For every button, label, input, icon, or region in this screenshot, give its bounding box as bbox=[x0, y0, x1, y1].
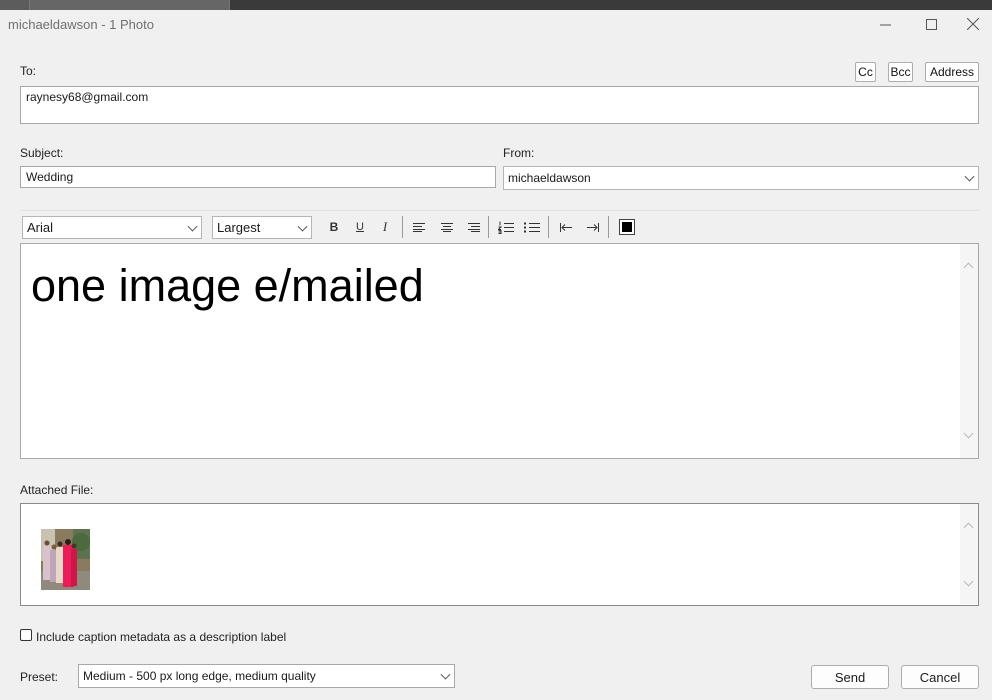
font-select[interactable]: Arial bbox=[22, 216, 202, 239]
scroll-up-arrow-icon bbox=[963, 522, 974, 533]
attached-file-label: Attached File: bbox=[20, 483, 94, 497]
toolbar-separator bbox=[488, 216, 489, 238]
preset-label: Preset: bbox=[20, 670, 59, 684]
font-value: Arial bbox=[27, 220, 54, 235]
close-icon bbox=[967, 18, 979, 30]
chevron-down-icon bbox=[440, 669, 451, 680]
toolbar-separator bbox=[608, 216, 609, 238]
message-body-text: one image e/mailed bbox=[31, 260, 424, 311]
align-center-icon bbox=[441, 223, 453, 232]
align-center-button[interactable] bbox=[437, 218, 457, 236]
attachment-panel bbox=[20, 503, 979, 606]
size-select[interactable]: Largest bbox=[212, 216, 312, 239]
to-value: raynesy68@gmail.com bbox=[26, 90, 149, 104]
caption-checkbox[interactable] bbox=[20, 629, 32, 641]
from-label: From: bbox=[503, 146, 535, 160]
maximize-button[interactable] bbox=[908, 12, 954, 36]
text-color-button[interactable] bbox=[617, 218, 637, 236]
color-swatch-icon bbox=[619, 219, 635, 235]
message-scrollbar[interactable] bbox=[960, 244, 978, 458]
chevron-down-icon bbox=[187, 221, 198, 232]
indent-button[interactable] bbox=[582, 218, 602, 236]
size-value: Largest bbox=[217, 220, 261, 235]
bold-button[interactable]: B bbox=[324, 218, 344, 236]
minimize-button[interactable] bbox=[862, 12, 908, 36]
cc-button[interactable]: Cc bbox=[855, 62, 876, 82]
align-left-button[interactable] bbox=[410, 218, 430, 236]
from-value: michaeldawson bbox=[508, 171, 591, 185]
cancel-button[interactable]: Cancel bbox=[901, 665, 979, 689]
message-body-editor[interactable]: one image e/mailed bbox=[20, 243, 979, 459]
numbered-list-icon bbox=[498, 221, 514, 234]
to-field[interactable]: raynesy68@gmail.com bbox=[20, 86, 979, 124]
close-button[interactable] bbox=[954, 12, 992, 36]
preset-select[interactable]: Medium - 500 px long edge, medium qualit… bbox=[78, 664, 455, 688]
scroll-down-arrow-icon bbox=[963, 576, 974, 587]
attachment-scrollbar[interactable] bbox=[960, 504, 978, 604]
bcc-button[interactable]: Bcc bbox=[888, 62, 913, 82]
divider bbox=[20, 210, 979, 211]
scroll-down-arrow-icon bbox=[963, 428, 974, 439]
align-right-button[interactable] bbox=[463, 218, 483, 236]
bullet-list-button[interactable] bbox=[522, 218, 542, 236]
italic-button[interactable]: I bbox=[375, 218, 395, 236]
window-title: michaeldawson - 1 Photo bbox=[8, 17, 154, 32]
bullet-list-icon bbox=[524, 222, 540, 232]
from-select[interactable]: michaeldawson bbox=[503, 166, 979, 190]
chevron-down-icon bbox=[964, 171, 975, 182]
subject-label: Subject: bbox=[20, 146, 64, 160]
align-right-icon bbox=[468, 223, 480, 232]
subject-value: Wedding bbox=[26, 170, 74, 184]
subject-field[interactable]: Wedding bbox=[20, 166, 496, 188]
to-label: To: bbox=[20, 64, 37, 78]
toolbar-separator bbox=[402, 216, 403, 238]
photo-thumbnail-image bbox=[41, 529, 90, 590]
toolbar-separator bbox=[548, 216, 549, 238]
outdent-button[interactable] bbox=[556, 218, 576, 236]
address-button[interactable]: Address bbox=[925, 62, 979, 82]
align-left-icon bbox=[413, 223, 425, 232]
numbered-list-button[interactable] bbox=[496, 218, 516, 236]
send-button[interactable]: Send bbox=[811, 665, 889, 689]
background-window-strip bbox=[0, 0, 992, 10]
maximize-icon bbox=[925, 18, 937, 30]
minimize-icon bbox=[879, 24, 891, 25]
outdent-icon bbox=[559, 222, 572, 232]
caption-checkbox-label: Include caption metadata as a descriptio… bbox=[36, 630, 287, 644]
scroll-up-arrow-icon bbox=[963, 262, 974, 273]
attachment-thumbnail[interactable] bbox=[41, 529, 90, 590]
underline-button[interactable]: U bbox=[350, 218, 370, 236]
chevron-down-icon bbox=[297, 221, 308, 232]
indent-icon bbox=[586, 222, 599, 232]
preset-value: Medium - 500 px long edge, medium qualit… bbox=[83, 669, 316, 683]
